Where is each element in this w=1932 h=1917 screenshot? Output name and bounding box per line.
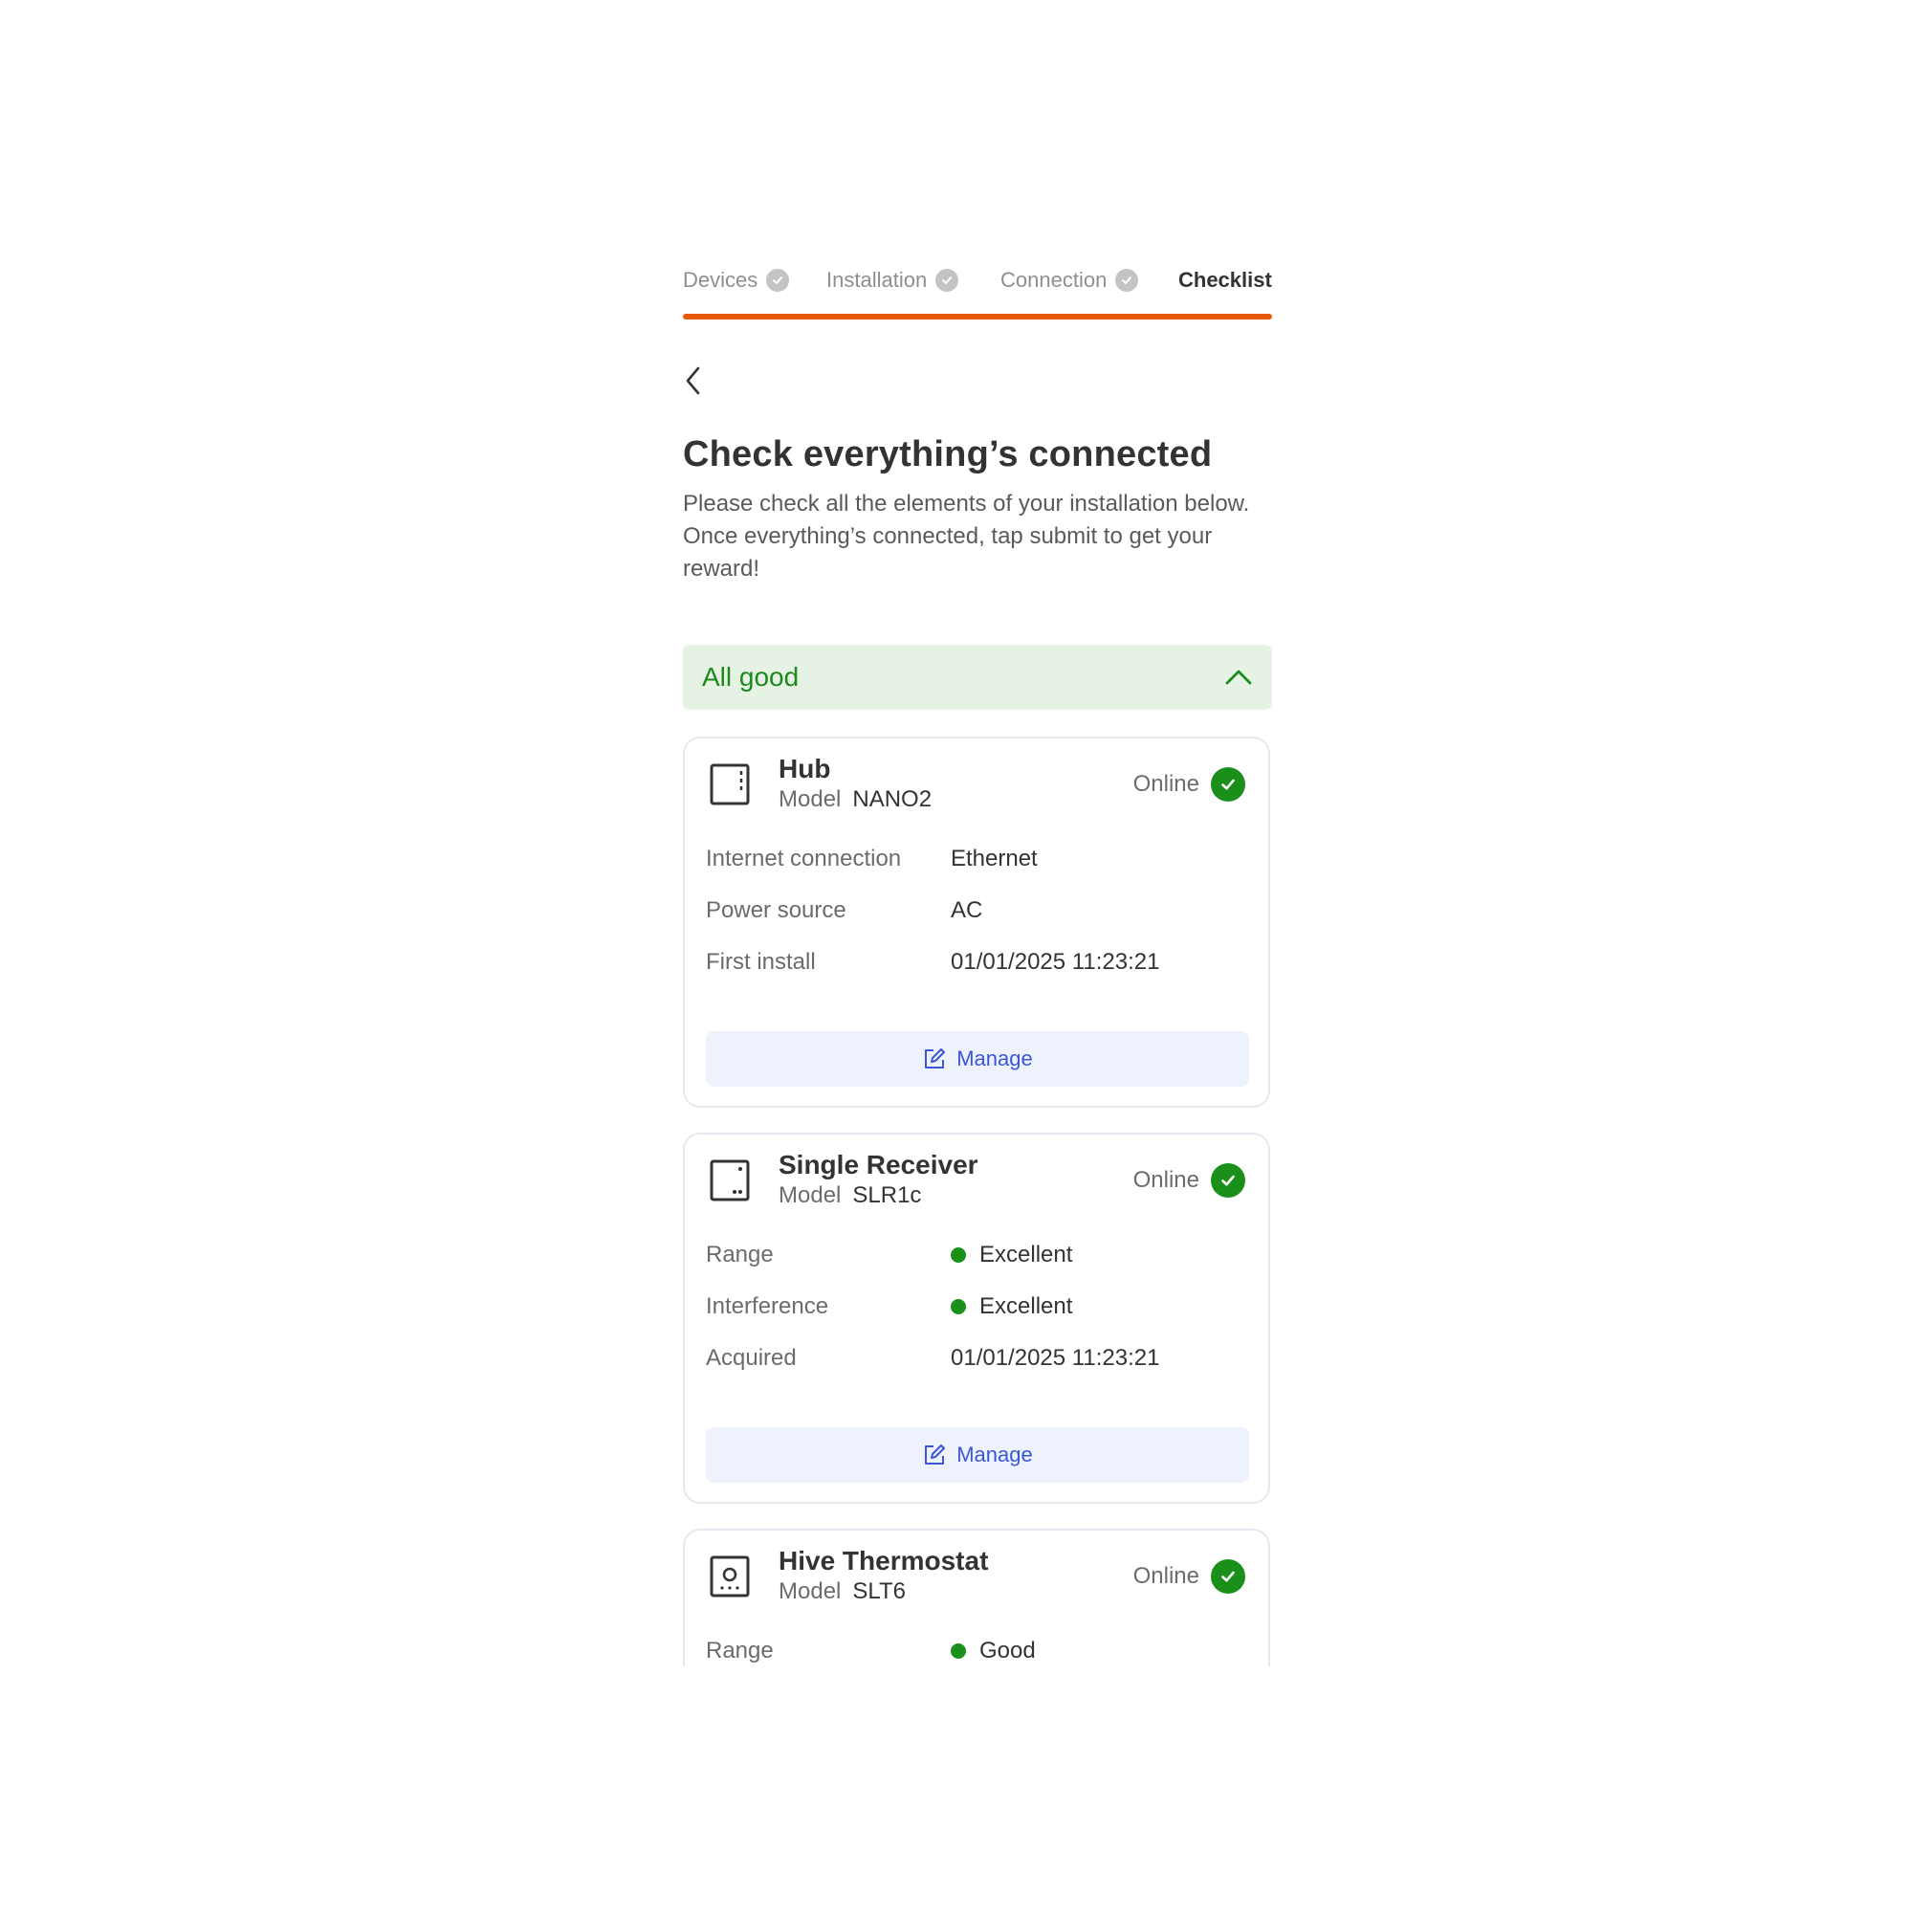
edit-icon [925,1048,946,1069]
step-label: Devices [683,268,758,292]
progress-stepper: Devices Installation Connection Checklis… [683,256,1272,314]
detail-row: Range Good [706,1638,1241,1666]
progress-bar [683,314,1272,320]
manage-label: Manage [956,1443,1033,1466]
device-card-header: Hub Model NANO2 Online [685,738,1268,825]
manage-label: Manage [956,1047,1033,1070]
device-model: Model SLR1c [779,1182,921,1209]
detail-key: First install [706,949,816,975]
device-card-hive-thermostat: Hive Thermostat Model SLT6 Online Range G… [683,1529,1270,1666]
check-circle-icon [1211,1163,1245,1198]
signal-dot [951,1299,966,1314]
detail-value: Excellent [951,1242,1072,1268]
detail-key: Range [706,1242,774,1267]
check-circle-icon [1211,767,1245,802]
step-connection[interactable]: Connection [1000,268,1139,293]
detail-value: Good [951,1638,1036,1664]
detail-value: 01/01/2025 11:23:21 [951,1345,1160,1371]
detail-value: Excellent [951,1293,1072,1320]
detail-value: Ethernet [951,846,1038,871]
chevron-left-icon [686,366,700,395]
status-banner-label: All good [702,662,800,692]
detail-key: Internet connection [706,846,902,871]
step-checklist[interactable]: Checklist [1178,268,1272,293]
step-devices[interactable]: Devices [683,268,790,293]
page-description: Please check all the elements of your in… [683,491,1250,582]
status-text: Online [1132,1563,1199,1589]
model-value: SLR1c [852,1182,922,1208]
detail-value: 01/01/2025 11:23:21 [951,949,1160,975]
device-model: Model NANO2 [779,786,932,813]
detail-value-text: Excellent [979,1293,1073,1319]
checklist-screen: Devices Installation Connection Checklis… [683,256,1272,1666]
status-text: Online [1132,1167,1199,1193]
model-label: Model [779,1182,842,1208]
detail-key: Range [706,1638,774,1664]
device-model: Model SLT6 [779,1578,906,1605]
step-label: Checklist [1178,268,1272,292]
device-card-hub: Hub Model NANO2 Online Internet connectio… [683,737,1270,1108]
page-title: Check everything’s connected [683,434,1213,474]
signal-dot [951,1643,966,1659]
signal-dot [951,1247,966,1263]
receiver-icon [710,1159,750,1201]
detail-value-text: Good [979,1638,1036,1664]
detail-row: Acquired 01/01/2025 11:23:21 [706,1345,1241,1374]
status-banner[interactable]: All good [683,645,1272,710]
check-circle-icon [1211,1559,1245,1594]
detail-row: First install 01/01/2025 11:23:21 [706,949,1241,978]
device-card-header: Hive Thermostat Model SLT6 Online [685,1531,1268,1617]
back-button[interactable] [683,362,721,400]
chevron-up-icon[interactable] [1224,668,1253,687]
manage-button[interactable]: Manage [706,1031,1249,1087]
detail-row: Interference Excellent [706,1293,1241,1322]
hub-icon [710,763,750,805]
check-icon [1115,269,1139,292]
model-value: NANO2 [852,786,933,812]
model-label: Model [779,786,842,812]
device-name: Single Receiver [779,1150,978,1179]
step-installation[interactable]: Installation [826,268,959,293]
model-value: SLT6 [852,1578,906,1604]
detail-key: Interference [706,1293,829,1319]
status-text: Online [1132,771,1199,797]
online-status: Online [1133,767,1245,802]
detail-key: Acquired [706,1345,797,1371]
check-icon [935,269,959,292]
detail-value: AC [951,897,983,923]
model-label: Model [779,1578,842,1604]
detail-key: Power source [706,897,846,923]
detail-row: Internet connection Ethernet [706,846,1241,874]
manage-button[interactable]: Manage [706,1427,1249,1483]
device-card-header: Single Receiver Model SLR1c Online [685,1135,1268,1221]
check-icon [766,269,790,292]
detail-row: Power source AC [706,897,1241,926]
edit-icon [925,1444,946,1465]
device-name: Hub [779,754,831,783]
step-label: Installation [826,268,928,292]
detail-value-text: Excellent [979,1242,1073,1267]
online-status: Online [1133,1163,1245,1198]
step-label: Connection [1000,268,1108,292]
thermostat-icon [710,1555,750,1598]
online-status: Online [1133,1559,1245,1594]
device-card-single-receiver: Single Receiver Model SLR1c Online Range … [683,1133,1270,1504]
device-name: Hive Thermostat [779,1546,989,1575]
detail-row: Range Excellent [706,1242,1241,1270]
